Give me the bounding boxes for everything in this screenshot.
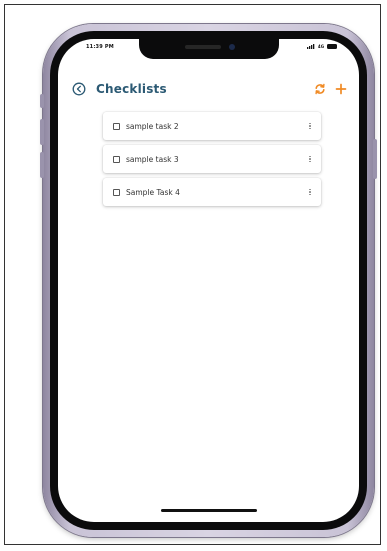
volume-up-button	[40, 119, 44, 145]
more-vertical-icon[interactable]	[307, 121, 313, 131]
screenshot-frame: 11:39 PM 4G Checklists sample task 2 sam…	[4, 4, 381, 545]
speaker-grille	[184, 45, 221, 49]
network-label: 4G	[317, 44, 324, 49]
plus-icon[interactable]	[335, 83, 347, 95]
task-label: sample task 3	[126, 154, 179, 164]
phone-bezel: 11:39 PM 4G Checklists sample task 2 sam…	[50, 31, 367, 530]
task-label: sample task 2	[126, 121, 179, 131]
home-indicator[interactable]	[160, 509, 257, 512]
app-header: Checklists	[72, 79, 347, 99]
more-vertical-icon[interactable]	[307, 187, 313, 197]
list-item[interactable]: sample task 2	[103, 112, 321, 140]
signal-icon	[306, 44, 315, 49]
checkbox-icon[interactable]	[113, 122, 120, 130]
back-circle-icon[interactable]	[72, 82, 86, 96]
task-label: Sample Task 4	[126, 187, 180, 197]
header-actions	[314, 83, 347, 95]
battery-icon	[327, 44, 337, 49]
power-button	[373, 139, 377, 179]
notch	[138, 39, 279, 59]
phone-screen: 11:39 PM 4G Checklists sample task 2 sam…	[58, 39, 359, 522]
page-title: Checklists	[96, 82, 167, 96]
checkbox-icon[interactable]	[113, 155, 120, 163]
sync-icon[interactable]	[314, 83, 326, 95]
status-time: 11:39 PM	[86, 44, 114, 50]
task-list: sample task 2 sample task 3 Sample Task …	[103, 112, 321, 211]
status-icons: 4G	[306, 44, 337, 49]
phone-device: 11:39 PM 4G Checklists sample task 2 sam…	[40, 24, 377, 537]
mute-switch	[40, 94, 44, 108]
list-item[interactable]: Sample Task 4	[103, 178, 321, 206]
volume-down-button	[40, 152, 44, 178]
front-camera	[228, 44, 235, 50]
more-vertical-icon[interactable]	[307, 154, 313, 164]
checkbox-icon[interactable]	[113, 188, 120, 196]
list-item[interactable]: sample task 3	[103, 145, 321, 173]
